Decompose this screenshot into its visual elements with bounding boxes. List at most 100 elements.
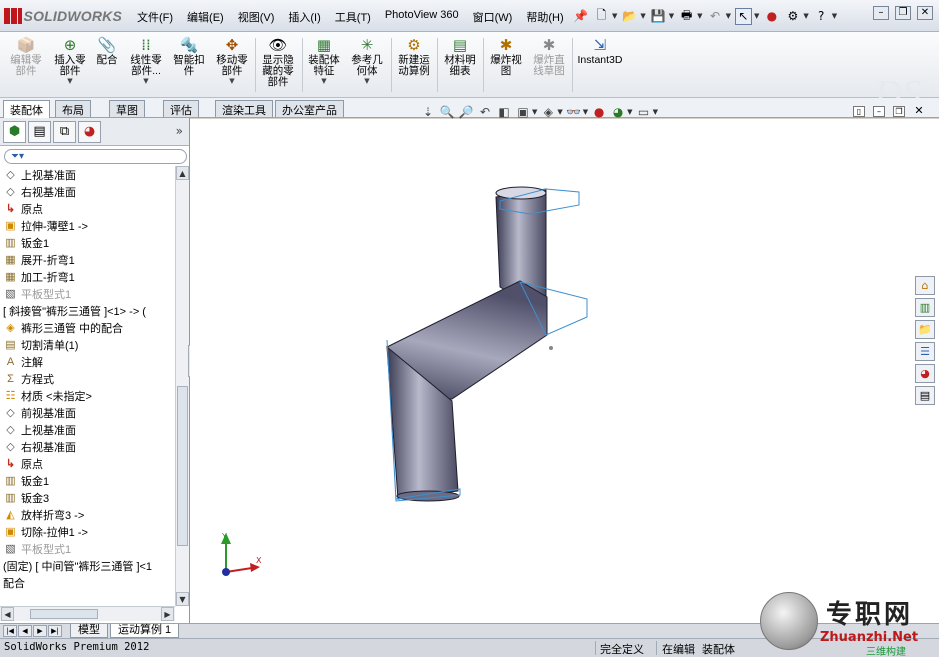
help-dropdown-icon[interactable]: ▼ (832, 12, 837, 20)
tree-item[interactable]: ▧ 平板型式1 (0, 285, 174, 302)
instant3d-button[interactable]: ⇲ Instant3D (575, 35, 625, 95)
view-palette-icon[interactable]: ☰ (915, 342, 935, 361)
new-dropdown-icon[interactable]: ▼ (612, 12, 617, 20)
insert-components-dropdown-icon[interactable]: ▼ (67, 77, 72, 85)
menu-photoview[interactable]: PhotoView 360 (378, 8, 466, 26)
graphics-area[interactable]: Y X ⌂ ▥ 📁 ☰ ◕ ▤ (190, 119, 939, 623)
tab-office-products[interactable]: 办公室产品 (275, 100, 344, 117)
menu-view[interactable]: 视图(V) (231, 8, 282, 26)
undo-icon[interactable]: ↶ (707, 8, 724, 25)
tree-item[interactable]: ◇ 右视基准面 (0, 438, 174, 455)
mate-button[interactable]: 📎 配合 (93, 35, 121, 95)
bill-of-materials-button[interactable]: ▤ 材料明 细表 (440, 35, 480, 95)
solidworks-resources-icon[interactable]: ⌂ (915, 276, 935, 295)
edit-component-button[interactable]: 📦 编辑零 部件 (6, 35, 46, 95)
sketch-point[interactable] (549, 346, 553, 350)
smart-fasteners-button[interactable]: 🔩 智能扣 件 (170, 35, 208, 95)
file-explorer-icon[interactable]: 📁 (915, 320, 935, 339)
tab-model[interactable]: 模型 (70, 624, 108, 638)
expand-panel-icon[interactable]: » (176, 124, 183, 138)
upper-pipe-segment[interactable] (495, 186, 547, 298)
undo-dropdown-icon[interactable]: ▼ (726, 12, 731, 20)
options-dropdown-icon[interactable]: ▼ (803, 12, 808, 20)
menu-window[interactable]: 窗口(W) (466, 8, 520, 26)
tree-item[interactable]: ◇ 右视基准面 (0, 183, 174, 200)
tree-filter-input[interactable]: ⏷▾ (4, 149, 187, 164)
menu-file[interactable]: 文件(F) (130, 8, 180, 26)
move-component-button[interactable]: ✥ 移动零 部件 ▼ (212, 35, 252, 95)
tree-item[interactable]: ↳ 原点 (0, 200, 174, 217)
tree-item[interactable]: ◇ 前视基准面 (0, 404, 174, 421)
tree-item[interactable]: ◇ 上视基准面 (0, 166, 174, 183)
options-gear-icon[interactable]: ⚙ (784, 8, 801, 25)
tree-vertical-scrollbar[interactable]: ▲ ▼ (175, 166, 189, 606)
help-icon[interactable]: ? (813, 8, 830, 25)
move-component-dropdown-icon[interactable]: ▼ (229, 77, 234, 85)
display-style-dropdown-icon[interactable]: ▼ (557, 108, 562, 116)
apply-scene-dropdown-icon[interactable]: ▼ (627, 108, 632, 116)
tab-layout[interactable]: 布局 (55, 100, 91, 117)
save-dropdown-icon[interactable]: ▼ (669, 12, 674, 20)
tree-item[interactable]: ▥ 钣金1 (0, 234, 174, 251)
previous-view-icon[interactable]: ⇣ (420, 104, 436, 120)
property-manager-icon[interactable]: ▤ (28, 120, 51, 143)
tree-item[interactable]: ◇ 上视基准面 (0, 421, 174, 438)
scroll-up-icon[interactable]: ▲ (176, 166, 189, 180)
view-orientation-dropdown-icon[interactable]: ▼ (532, 108, 537, 116)
insert-components-button[interactable]: ⊕ 插入零 部件 ▼ (50, 35, 90, 95)
display-manager-icon[interactable]: ◕ (78, 120, 101, 143)
minimize-icon[interactable]: – (873, 6, 889, 20)
display-style-icon[interactable]: ◈ (540, 104, 556, 120)
section-view-icon[interactable]: ◧ (496, 104, 512, 120)
scroll-right-icon[interactable]: ▶ (161, 607, 174, 621)
linear-pattern-dropdown-icon[interactable]: ▼ (143, 77, 148, 85)
doc-close-icon[interactable]: ✕ (913, 105, 925, 117)
scroll-thumb[interactable] (177, 386, 188, 546)
tree-item[interactable]: ▦ 展开-折弯1 (0, 251, 174, 268)
tree-item[interactable]: ▣ 拉伸-薄壁1 -> (0, 217, 174, 234)
tree-item[interactable]: ↳ 原点 (0, 455, 174, 472)
tree-item[interactable]: ▦ 加工-折弯1 (0, 268, 174, 285)
custom-properties-icon[interactable]: ▤ (915, 386, 935, 405)
apply-scene-icon[interactable]: ◕ (610, 104, 626, 120)
tab-render-tools[interactable]: 渲染工具 (215, 100, 273, 117)
new-motion-study-button[interactable]: ⚙ 新建运 动算例 (394, 35, 434, 95)
restore-icon[interactable]: ❐ (895, 6, 911, 20)
tree-item[interactable]: ☷ 材质 <未指定> (0, 387, 174, 404)
menu-help[interactable]: 帮助(H) (519, 8, 570, 26)
last-tab-icon[interactable]: ▶| (48, 625, 62, 637)
menu-tools[interactable]: 工具(T) (328, 8, 378, 26)
next-tab-icon[interactable]: ▶ (33, 625, 47, 637)
view-orientation-icon[interactable]: ▣ (515, 104, 531, 120)
design-library-icon[interactable]: ▥ (915, 298, 935, 317)
pin-icon[interactable]: 📌 (572, 8, 589, 25)
model-viewport-svg[interactable]: Y X (190, 119, 939, 623)
tab-evaluate[interactable]: 评估 (163, 100, 199, 117)
menu-edit[interactable]: 编辑(E) (180, 8, 231, 26)
linear-pattern-button[interactable]: ⁞⁞ 线性零 部件... ▼ (124, 35, 168, 95)
appearances-scenes-icon[interactable]: ◕ (915, 364, 935, 383)
tree-item[interactable]: ◈ 裤形三通管 中的配合 (0, 319, 174, 336)
tree-item[interactable]: (固定) [ 中间管"裤形三通管 ]<1 (0, 557, 174, 574)
save-icon[interactable]: 💾 (650, 8, 667, 25)
select-dropdown-icon[interactable]: ▼ (754, 12, 759, 20)
view-settings-dropdown-icon[interactable]: ▼ (653, 108, 658, 116)
show-hidden-components-button[interactable]: 👁 显示隐 藏的零 部件 (258, 35, 298, 95)
doc-minimize-icon[interactable]: – (873, 106, 885, 117)
exploded-view-button[interactable]: ✱ 爆炸视 图 (486, 35, 526, 95)
first-tab-icon[interactable]: |◀ (3, 625, 17, 637)
hide-show-items-icon[interactable]: 👓 (566, 104, 582, 120)
tree-item[interactable]: ▤ 切割清单(1) (0, 336, 174, 353)
tab-assembly[interactable]: 装配体 (3, 100, 50, 118)
reference-geometry-dropdown-icon[interactable]: ▼ (364, 77, 369, 85)
open-dropdown-icon[interactable]: ▼ (640, 12, 645, 20)
rebuild-traffic-light-icon[interactable]: ● (763, 8, 780, 25)
tree-item[interactable]: ▣ 切除-拉伸1 -> (0, 523, 174, 540)
reference-geometry-button[interactable]: ✳ 参考几 何体 ▼ (346, 35, 388, 95)
explode-line-sketch-button[interactable]: ✱ 爆炸直 线草图 (528, 35, 570, 95)
tree-item[interactable]: ▧ 平板型式1 (0, 540, 174, 557)
previous-view-arrow-icon[interactable]: ↶ (477, 104, 493, 120)
close-icon[interactable]: ✕ (917, 6, 933, 20)
doc-tile-icon[interactable]: ▯ (853, 106, 865, 117)
tree-item[interactable]: ◭ 放样折弯3 -> (0, 506, 174, 523)
